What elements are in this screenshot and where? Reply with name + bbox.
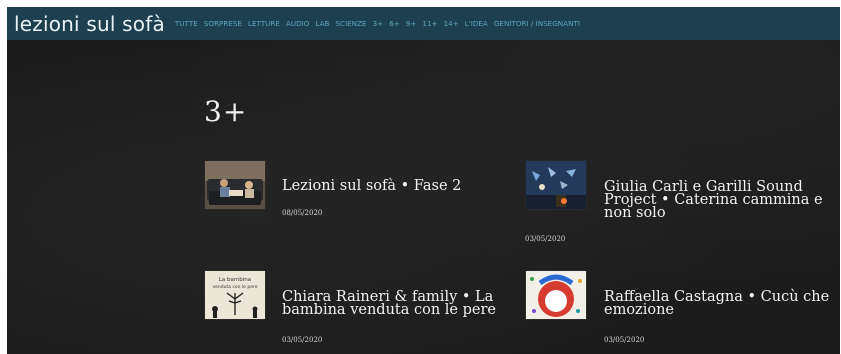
nav-item-9plus[interactable]: 9+ — [406, 19, 417, 28]
post-date: 03/05/2020 — [525, 235, 566, 243]
page-title: 3+ — [204, 95, 248, 128]
nav-item-letture[interactable]: LETTURE — [248, 19, 280, 28]
nav-item-14plus[interactable]: 14+ — [444, 19, 459, 28]
nav-item-lidea[interactable]: L'IDEA — [465, 19, 488, 28]
site-title[interactable]: lezioni sul sofà — [14, 12, 165, 36]
post-title[interactable]: Giulia Carli e Garilli Sound Project • C… — [604, 180, 832, 221]
post-date: 03/05/2020 — [282, 336, 323, 344]
thumb-caption: venduta con le pere — [212, 284, 257, 290]
page-frame: lezioni sul sofà TUTTE SORPRESE LETTURE … — [7, 7, 840, 354]
stage-performance-photo-icon[interactable] — [525, 160, 587, 210]
nav-item-genitori-insegnanti[interactable]: GENITORI / INSEGNANTI — [494, 19, 580, 28]
post-title[interactable]: Chiara Raineri & family • La bambina ven… — [282, 290, 510, 318]
colorful-illustration-photo-icon[interactable] — [525, 270, 587, 320]
nav-item-3plus[interactable]: 3+ — [373, 19, 384, 28]
nav-item-scienze[interactable]: SCIENZE — [335, 19, 366, 28]
couch-reading-photo-icon[interactable] — [204, 160, 266, 210]
nav-item-tutte[interactable]: TUTTE — [175, 19, 198, 28]
book-cover-photo-icon[interactable]: La bambina venduta con le pere — [204, 270, 266, 320]
nav-item-11plus[interactable]: 11+ — [422, 19, 437, 28]
thumb-caption: La bambina — [219, 277, 251, 283]
main-nav: TUTTE SORPRESE LETTURE AUDIO LAB SCIENZE… — [175, 19, 586, 28]
top-navigation-bar: lezioni sul sofà TUTTE SORPRESE LETTURE … — [7, 7, 840, 40]
nav-item-6plus[interactable]: 6+ — [389, 19, 400, 28]
nav-item-audio[interactable]: AUDIO — [286, 19, 310, 28]
post-date: 03/05/2020 — [604, 336, 645, 344]
post-title[interactable]: Raffaella Castagna • Cucù che emozione — [604, 290, 832, 318]
nav-item-lab[interactable]: LAB — [315, 19, 329, 28]
post-date: 08/05/2020 — [282, 209, 323, 217]
nav-item-sorprese[interactable]: SORPRESE — [204, 19, 242, 28]
post-title[interactable]: Lezioni sul sofà • Fase 2 — [282, 179, 510, 194]
